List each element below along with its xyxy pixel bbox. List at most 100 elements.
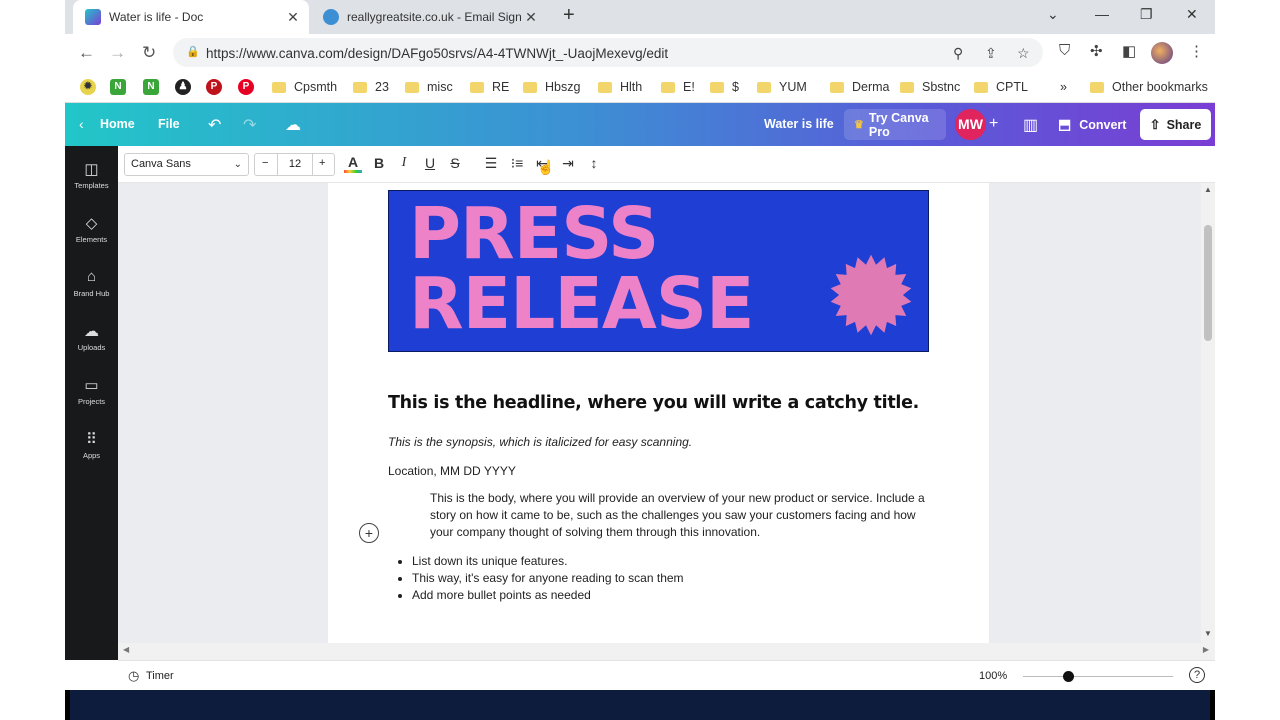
file-menu-button[interactable]: File: [158, 117, 180, 131]
share-page-icon[interactable]: ⇪: [985, 45, 997, 62]
align-left-icon[interactable]: ☰: [482, 155, 500, 172]
bookmark-folder[interactable]: Derma: [830, 78, 890, 96]
user-avatar[interactable]: MW: [955, 109, 986, 140]
try-canva-pro-button[interactable]: ♛ Try Canva Pro: [844, 109, 946, 140]
insights-chart-icon[interactable]: ▥: [1023, 115, 1038, 135]
shield-extension-icon[interactable]: ⛉: [1059, 42, 1070, 59]
location-text[interactable]: Location, MM DD YYYY: [388, 464, 516, 478]
minimize-icon[interactable]: —: [1095, 6, 1109, 22]
scrollbar-thumb[interactable]: [1204, 225, 1212, 341]
scroll-down-icon[interactable]: ▼: [1204, 629, 1212, 638]
timer-icon[interactable]: ◷: [128, 668, 139, 684]
line-spacing-icon[interactable]: ↕: [585, 155, 603, 171]
bookmark-star-icon[interactable]: ☆: [1017, 45, 1030, 62]
new-tab-plus-icon[interactable]: +: [563, 4, 575, 27]
zoom-percent[interactable]: 100%: [979, 670, 1007, 682]
side-panel-icon[interactable]: ◧: [1122, 42, 1136, 60]
bullet-item[interactable]: List down its unique features.: [412, 553, 684, 570]
strikethrough-icon[interactable]: S: [446, 155, 464, 171]
bookmark-folder[interactable]: 23: [353, 78, 389, 96]
sidebar-item-projects[interactable]: ▭ Projects: [65, 376, 118, 406]
cloud-saved-icon[interactable]: ☁: [285, 115, 301, 135]
pinterest-icon[interactable]: P: [238, 78, 254, 96]
horizontal-scrollbar[interactable]: ◀ ▶: [118, 643, 1215, 660]
home-button[interactable]: Home: [100, 117, 135, 131]
text-color-icon[interactable]: A: [344, 154, 362, 173]
tab-title: Water is life - Doc: [109, 10, 204, 24]
bookmark-folder[interactable]: RE: [470, 78, 509, 96]
synopsis-text[interactable]: This is the synopsis, which is italicize…: [388, 435, 692, 449]
body-text[interactable]: This is the body, where you will provide…: [430, 490, 930, 541]
forward-arrow-icon[interactable]: →: [109, 43, 126, 63]
close-icon[interactable]: ✕: [283, 9, 303, 26]
vertical-scrollbar[interactable]: ▲ ▼: [1201, 183, 1215, 643]
bookmark-folder[interactable]: Hlth: [598, 78, 642, 96]
sidebar-label: Elements: [75, 235, 108, 244]
add-block-plus-icon[interactable]: +: [359, 523, 379, 543]
restore-icon[interactable]: ❐: [1140, 6, 1153, 23]
bookmark-icon-5[interactable]: P: [206, 78, 222, 96]
sidebar-item-uploads[interactable]: ☁ Uploads: [65, 322, 118, 352]
bookmark-icon-3[interactable]: N: [143, 78, 159, 96]
menu-kebab-icon[interactable]: ⋮: [1189, 42, 1204, 60]
italic-icon[interactable]: I: [395, 155, 413, 171]
bookmark-folder[interactable]: Cpsmth: [272, 78, 337, 96]
back-arrow-icon[interactable]: ←: [78, 43, 95, 63]
puzzle-extensions-icon[interactable]: ✣: [1090, 42, 1103, 60]
bullet-item[interactable]: Add more bullet points as needed: [412, 587, 684, 604]
bullet-list-icon[interactable]: ⁝≡: [508, 155, 526, 172]
bullet-item[interactable]: This way, it's easy for anyone reading t…: [412, 570, 684, 587]
sidebar-item-elements[interactable]: ◇ Elements: [65, 214, 118, 244]
undo-icon[interactable]: ↶: [208, 115, 221, 135]
font-family-select[interactable]: Canva Sans ⌄: [124, 153, 249, 176]
scroll-left-icon[interactable]: ◀: [123, 645, 129, 654]
bold-icon[interactable]: B: [370, 155, 388, 171]
close-icon[interactable]: ✕: [521, 9, 541, 26]
indent-increase-icon[interactable]: ⇥: [559, 155, 577, 172]
increase-size-button[interactable]: +: [319, 157, 325, 169]
decrease-size-button[interactable]: −: [262, 157, 268, 169]
bookmark-folder[interactable]: E!: [661, 78, 695, 96]
profile-avatar[interactable]: [1151, 42, 1173, 64]
convert-button[interactable]: ⬒ Convert: [1050, 109, 1134, 140]
scroll-up-icon[interactable]: ▲: [1204, 185, 1212, 194]
sidebar-item-apps[interactable]: ⠿ Apps: [65, 430, 118, 460]
bookmarks-overflow-chevron[interactable]: »: [1060, 78, 1067, 96]
sidebar-item-brand-hub[interactable]: ⌂ Brand Hub: [65, 268, 118, 298]
underline-icon[interactable]: U: [421, 155, 439, 171]
bookmark-icon-2[interactable]: N: [110, 78, 126, 96]
zoom-slider-thumb[interactable]: [1063, 671, 1074, 682]
share-button[interactable]: ⇧ Share: [1140, 109, 1211, 140]
other-bookmarks-folder[interactable]: Other bookmarks: [1090, 78, 1208, 96]
url-field[interactable]: 🔒 https://www.canva.com/design/DAFgo50sr…: [173, 38, 1043, 67]
close-window-icon[interactable]: ✕: [1186, 6, 1198, 23]
sidebar-item-templates[interactable]: ◫ Templates: [65, 160, 118, 190]
bookmark-folder[interactable]: misc: [405, 78, 453, 96]
press-release-banner[interactable]: PRESS RELEASE: [388, 190, 929, 352]
bookmark-folder[interactable]: CPTL: [974, 78, 1028, 96]
tab-water-is-life[interactable]: Water is life - Doc ✕: [73, 0, 309, 34]
tab-search-chevron-icon[interactable]: ⌄: [1047, 6, 1059, 23]
zoom-magnifier-icon[interactable]: ⚲: [953, 45, 963, 62]
reload-icon[interactable]: ↻: [142, 43, 156, 63]
add-collaborator-plus-icon[interactable]: +: [989, 115, 998, 133]
scroll-right-icon[interactable]: ▶: [1203, 645, 1209, 654]
bookmark-folder[interactable]: $: [710, 78, 739, 96]
bookmark-folder[interactable]: Sbstnc: [900, 78, 960, 96]
bookmark-folder[interactable]: Hbszg: [523, 78, 580, 96]
document-page[interactable]: PRESS RELEASE This is the headline, wher…: [328, 183, 989, 643]
bookmark-icon-4[interactable]: ♟: [175, 78, 191, 96]
chevron-left-icon[interactable]: ‹: [79, 116, 84, 132]
tab-email-signature[interactable]: reallygreatsite.co.uk - Email Signa ✕: [311, 0, 547, 34]
zoom-slider-track[interactable]: [1023, 676, 1173, 677]
font-size-input[interactable]: 12: [277, 154, 313, 175]
bookmark-icon-1[interactable]: ✹: [80, 78, 96, 96]
document-title[interactable]: Water is life: [764, 117, 834, 131]
bullet-list[interactable]: List down its unique features. This way,…: [398, 553, 684, 604]
font-size-stepper[interactable]: − 12 +: [254, 153, 335, 176]
bookmark-folder[interactable]: YUM: [757, 78, 807, 96]
help-button[interactable]: ?: [1189, 667, 1205, 683]
timer-button[interactable]: Timer: [146, 670, 174, 682]
redo-icon[interactable]: ↷: [243, 115, 256, 135]
headline-text[interactable]: This is the headline, where you will wri…: [388, 393, 919, 413]
